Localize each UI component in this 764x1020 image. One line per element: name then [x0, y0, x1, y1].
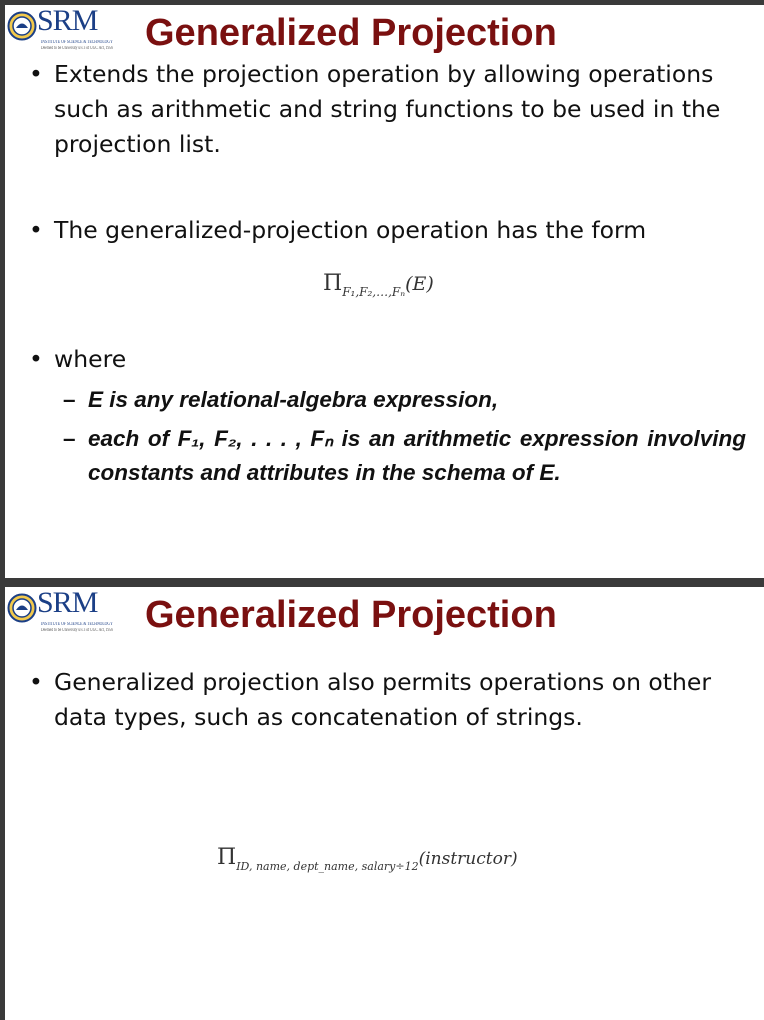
bullet-item: • where	[29, 342, 746, 377]
srm-emblem-icon	[7, 11, 37, 41]
bullet-item: • The generalized-projection operation h…	[29, 213, 746, 248]
logo-tagline: Deemed to be University u/s 3 of UGC Act…	[41, 46, 113, 51]
bullet-text: The generalized-projection operation has…	[54, 216, 647, 244]
sub-item: – E is any relational-algebra expression…	[63, 383, 746, 417]
srm-logo: SRM INSTITUTE OF SCIENCE & TECHNOLOGY De…	[7, 5, 117, 51]
srm-emblem-icon	[7, 593, 37, 623]
srm-logo: SRM INSTITUTE OF SCIENCE & TECHNOLOGY De…	[7, 587, 117, 633]
projection-formula: ΠID, name, dept_name, salary÷12(instruct…	[217, 845, 518, 873]
formula-subscript: ID, name, dept_name, salary÷12	[236, 860, 419, 873]
sub-item-text: E is any relational-algebra expression,	[88, 387, 499, 412]
sub-item: – each of F₁, F₂, . . . , Fₙ is an arith…	[63, 422, 746, 490]
slide-2: SRM INSTITUTE OF SCIENCE & TECHNOLOGY De…	[5, 587, 764, 1020]
pi-symbol: Π	[323, 271, 343, 296]
dash-marker: –	[63, 426, 76, 451]
bullet-text: Generalized projection also permits oper…	[54, 668, 712, 731]
projection-formula: ΠF₁,F₂,…,Fₙ(E)	[323, 271, 434, 299]
bullet-marker: •	[29, 345, 43, 373]
dash-marker: –	[63, 387, 76, 412]
logo-wordmark: SRM	[37, 5, 98, 37]
bullet-text: Extends the projection operation by allo…	[54, 60, 721, 158]
formula-argument: (E)	[405, 273, 434, 295]
slide-title: Generalized Projection	[145, 594, 557, 636]
logo-tagline: Deemed to be University u/s 3 of UGC Act…	[41, 628, 113, 633]
formula-argument: (instructor)	[418, 849, 518, 869]
bullet-marker: •	[29, 216, 43, 244]
formula-subscript: F₁,F₂,…,Fₙ	[342, 285, 406, 299]
bullet-item: • Generalized projection also permits op…	[29, 665, 746, 735]
slide-title: Generalized Projection	[145, 12, 557, 54]
bullet-marker: •	[29, 60, 43, 88]
pi-symbol: Π	[217, 845, 237, 870]
bullet-text: where	[54, 345, 127, 373]
logo-subtitle: INSTITUTE OF SCIENCE & TECHNOLOGY	[41, 40, 113, 45]
bullet-marker: •	[29, 668, 43, 696]
sub-item-text: each of F₁, F₂, . . . , Fₙ is an arithme…	[88, 426, 746, 485]
slide-1: SRM INSTITUTE OF SCIENCE & TECHNOLOGY De…	[5, 5, 764, 578]
logo-subtitle: INSTITUTE OF SCIENCE & TECHNOLOGY	[41, 622, 113, 627]
logo-wordmark: SRM	[37, 587, 98, 619]
bullet-item: • Extends the projection operation by al…	[29, 57, 746, 162]
